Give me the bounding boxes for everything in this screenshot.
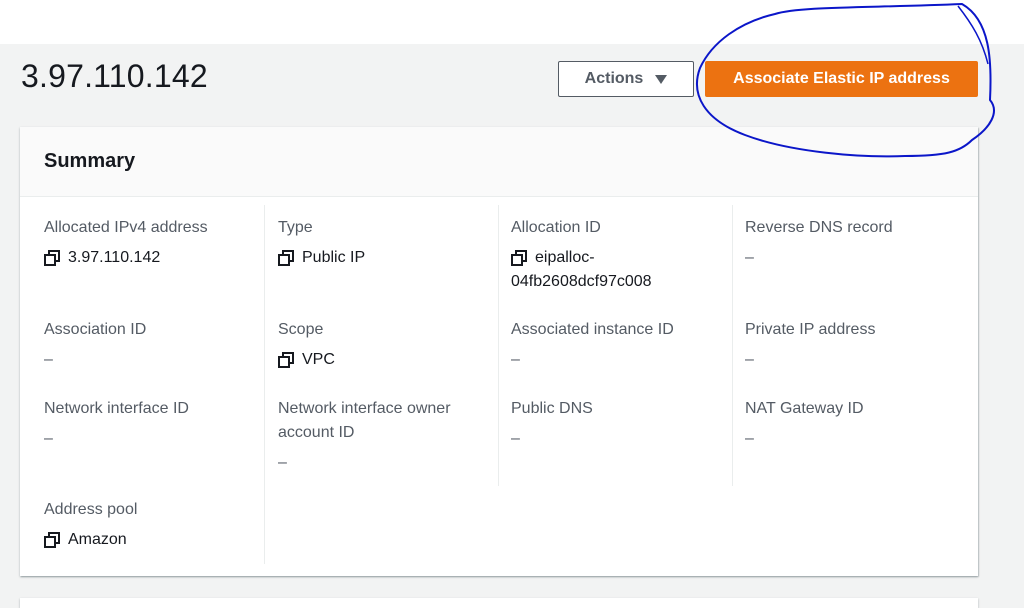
field-allocation-id: Allocation ID eipalloc- 04fb2608dcf97c00…: [511, 216, 721, 294]
private-ip-value: –: [745, 351, 754, 368]
field-type: Type Public IP: [278, 216, 488, 270]
top-band: [0, 0, 1024, 44]
field-label: Allocation ID: [511, 219, 601, 236]
summary-header: Summary: [20, 127, 978, 197]
field-label: Network interface ID: [44, 400, 189, 417]
field-value: VPC: [278, 348, 488, 372]
allocation-id-line-1: eipalloc-: [535, 249, 595, 266]
field-value: Public IP: [278, 246, 488, 270]
field-associated-instance-id: Associated instance ID –: [511, 318, 721, 372]
reverse-dns-value: –: [745, 249, 754, 266]
allocated-ipv4-value: 3.97.110.142: [68, 249, 161, 266]
field-label: Private IP address: [745, 321, 876, 338]
next-panel-edge: [20, 598, 978, 608]
field-association-id: Association ID –: [44, 318, 254, 372]
field-value: 04fb2608dcf97c008: [511, 270, 721, 294]
copy-icon[interactable]: [511, 250, 527, 266]
field-allocated-ipv4: Allocated IPv4 address 3.97.110.142: [44, 216, 254, 270]
copy-icon[interactable]: [44, 532, 60, 548]
field-nat-gateway-id: NAT Gateway ID –: [745, 397, 955, 451]
field-scope: Scope VPC: [278, 318, 488, 372]
summary-panel: Summary Allocated IPv4 address 3.97.110.…: [20, 127, 978, 576]
public-dns-value: –: [511, 430, 520, 447]
associate-elastic-ip-button[interactable]: Associate Elastic IP address: [705, 61, 978, 97]
actions-label: Actions: [584, 70, 644, 87]
column-divider: [732, 205, 733, 486]
field-label: Scope: [278, 321, 324, 338]
field-value: Amazon: [44, 528, 254, 552]
copy-icon[interactable]: [278, 352, 294, 368]
field-label-line-2: account ID: [278, 424, 355, 441]
field-label: Public DNS: [511, 400, 593, 417]
actions-button[interactable]: Actions: [558, 61, 694, 97]
field-value: eipalloc-: [511, 246, 721, 270]
field-public-dns: Public DNS –: [511, 397, 721, 451]
field-label: NAT Gateway ID: [745, 400, 864, 417]
copy-icon[interactable]: [278, 250, 294, 266]
network-interface-id-value: –: [44, 430, 53, 447]
field-label: Address pool: [44, 501, 138, 518]
field-network-interface-id: Network interface ID –: [44, 397, 254, 451]
field-value: 3.97.110.142: [44, 246, 254, 270]
ni-owner-account-value: –: [278, 454, 287, 471]
field-label: Associated instance ID: [511, 321, 674, 338]
field-address-pool: Address pool Amazon: [44, 498, 254, 552]
field-private-ip: Private IP address –: [745, 318, 955, 372]
field-label-line-1: Network interface owner: [278, 400, 451, 417]
field-label: Association ID: [44, 321, 147, 338]
nat-gateway-id-value: –: [745, 430, 754, 447]
field-label: Type: [278, 219, 313, 236]
copy-icon[interactable]: [44, 250, 60, 266]
association-id-value: –: [44, 351, 53, 368]
caret-down-icon: [655, 74, 668, 84]
summary-title: Summary: [44, 150, 136, 172]
field-reverse-dns: Reverse DNS record –: [745, 216, 955, 270]
field-label: Allocated IPv4 address: [44, 219, 208, 236]
page-title: 3.97.110.142: [21, 58, 208, 94]
column-divider: [498, 205, 499, 486]
allocation-id-line-2: 04fb2608dcf97c008: [511, 273, 652, 290]
allocation-id-value: eipalloc-: [535, 246, 595, 270]
column-divider: [264, 205, 265, 564]
field-ni-owner-account: Network interface owner account ID –: [278, 397, 488, 475]
type-value: Public IP: [302, 249, 366, 266]
associated-instance-id-value: –: [511, 351, 520, 368]
field-label: Reverse DNS record: [745, 219, 893, 236]
address-pool-value: Amazon: [68, 531, 127, 548]
scope-value: VPC: [302, 351, 335, 368]
